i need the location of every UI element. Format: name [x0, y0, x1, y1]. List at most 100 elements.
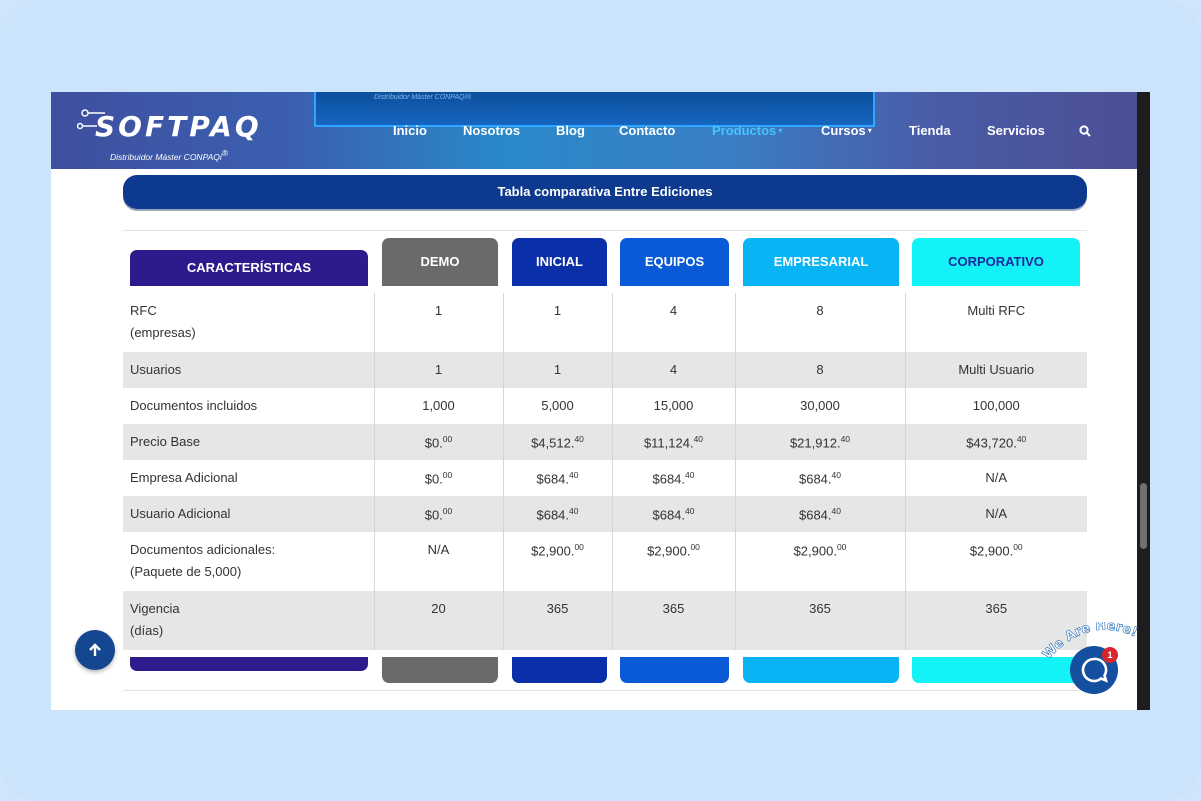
table-row: Documentos incluidos 1,000 5,000 15,000 30,0…: [123, 388, 1087, 424]
value-main: $684.: [798, 507, 832, 523]
value-main: $21,912.: [789, 435, 841, 451]
logo-subtitle: Distribuidor Máster CONPAQi®: [110, 148, 229, 162]
value-cell: $11,124.40: [612, 424, 736, 460]
feature-sublabel: (días): [130, 623, 164, 638]
value-cents: 40: [831, 470, 841, 480]
back-to-top-button[interactable]: [75, 630, 115, 670]
value-main: $684.: [652, 507, 686, 523]
value-cell: 15,000: [612, 388, 736, 424]
value-cents: 00: [574, 542, 584, 552]
feature-cell: Documentos incluidos: [123, 388, 375, 424]
feature-cell: RFC (empresas): [123, 293, 375, 352]
nav-cursos[interactable]: Cursos ▾: [821, 123, 872, 138]
value-main: $2,900.: [793, 543, 837, 559]
value-cell: 1: [503, 352, 613, 388]
nav-blog[interactable]: Blog: [556, 123, 585, 138]
nav-contacto[interactable]: Contacto: [619, 123, 675, 138]
value-main: $0.: [424, 471, 443, 487]
value-main: $684.: [652, 471, 686, 487]
site-header: Distribuidor Máster CONPAQi® SOFTPAQ Dis…: [51, 92, 1137, 169]
value-cents: 00: [690, 542, 700, 552]
column-footer-inicial: [512, 657, 607, 683]
banner-text: Distribuidor Máster CONPAQi®: [374, 94, 472, 101]
value-cents: 00: [1013, 542, 1023, 552]
value-main: 1,000: [422, 398, 455, 413]
value-main: 5,000: [541, 398, 574, 413]
value-cell: 4: [612, 293, 736, 352]
value-main: 365: [985, 601, 1008, 616]
value-cents: 40: [685, 470, 695, 480]
value-cell: $2,900.00: [503, 532, 613, 591]
value-cell: $684.40: [612, 460, 736, 496]
value-main: 365: [809, 601, 831, 616]
value-cell: 8: [735, 352, 906, 388]
value-cell: $4,512.40: [503, 424, 613, 460]
value-main: 8: [816, 362, 824, 377]
value-cents: 00: [442, 434, 453, 444]
value-main: $684.: [536, 507, 570, 523]
value-main: 1: [553, 303, 562, 318]
value-main: $11,124.: [643, 435, 694, 451]
table-row: Vigencia (días) 20 365 365 365 365: [123, 591, 1087, 650]
feature-label: Documentos adicionales:: [130, 542, 276, 557]
divider: [123, 230, 1087, 231]
value-main: N/A: [985, 470, 1008, 485]
value-cell: 20: [374, 591, 504, 650]
value-cell: $0.00: [374, 496, 504, 532]
column-header-caracteristicas: CARACTERÍSTICAS: [130, 250, 368, 286]
value-cell: 1: [503, 293, 613, 352]
value-main: 1: [434, 362, 443, 377]
nav-productos[interactable]: Productos ▾: [712, 123, 782, 138]
feature-label: Vigencia: [130, 601, 180, 616]
value-cell: 365: [612, 591, 736, 650]
scrollbar-thumb[interactable]: [1140, 483, 1147, 549]
value-main: N/A: [427, 542, 450, 557]
value-cents: 40: [693, 434, 704, 444]
scrollbar-track[interactable]: [1137, 92, 1150, 710]
feature-cell: Vigencia (días): [123, 591, 375, 650]
value-main: 8: [816, 303, 824, 318]
nav-inicio[interactable]: Inicio: [393, 123, 427, 138]
value-main: 365: [546, 601, 569, 616]
value-cell: $684.40: [612, 496, 736, 532]
value-main: $684.: [798, 471, 832, 487]
value-main: $0.: [424, 435, 443, 451]
value-cell: N/A: [905, 460, 1087, 496]
column-header-corporativo: CORPORATIVO: [912, 238, 1080, 286]
value-main: 4: [669, 303, 678, 318]
search-icon[interactable]: [1079, 125, 1091, 137]
value-cell: 4: [612, 352, 736, 388]
value-cents: 40: [569, 470, 579, 480]
column-footer-demo: [382, 657, 498, 683]
value-cell: $2,900.00: [735, 532, 906, 591]
nav-tienda[interactable]: Tienda: [909, 123, 951, 138]
value-cents: 40: [840, 434, 851, 444]
value-cents: 40: [1016, 434, 1027, 444]
value-cell: $684.40: [735, 460, 906, 496]
value-cell: $21,912.40: [735, 424, 906, 460]
value-main: 15,000: [653, 398, 694, 413]
value-cents: 00: [442, 506, 453, 516]
table-row: Usuario Adicional $0.00 $684.40 $684.40 $684…: [123, 496, 1087, 532]
value-cell: 1,000: [374, 388, 504, 424]
chevron-down-icon: ▾: [778, 126, 783, 135]
value-cell: N/A: [905, 496, 1087, 532]
column-header-inicial: INICIAL: [512, 238, 607, 286]
value-cents: 00: [836, 542, 847, 552]
feature-label: Usuarios: [130, 362, 182, 377]
value-cell: $2,900.00: [612, 532, 736, 591]
table-row: Documentos adicionales: (Paquete de 5,000…: [123, 532, 1087, 591]
logo-text: SOFTPAQ: [95, 110, 262, 143]
column-header-equipos: EQUIPOS: [620, 238, 729, 286]
value-main: $0.: [424, 507, 443, 523]
site-logo[interactable]: SOFTPAQ Distribuidor Máster CONPAQi®: [77, 100, 267, 162]
feature-cell: Empresa Adicional: [123, 460, 375, 496]
value-main: 20: [431, 601, 446, 616]
value-cell: $684.40: [503, 460, 613, 496]
value-cell: $43,720.40: [905, 424, 1087, 460]
nav-servicios[interactable]: Servicios: [987, 123, 1045, 138]
column-header-empresarial: EMPRESARIAL: [743, 238, 899, 286]
nav-nosotros[interactable]: Nosotros: [463, 123, 520, 138]
feature-label: RFC: [130, 303, 157, 318]
value-main: Multi RFC: [967, 303, 1026, 318]
